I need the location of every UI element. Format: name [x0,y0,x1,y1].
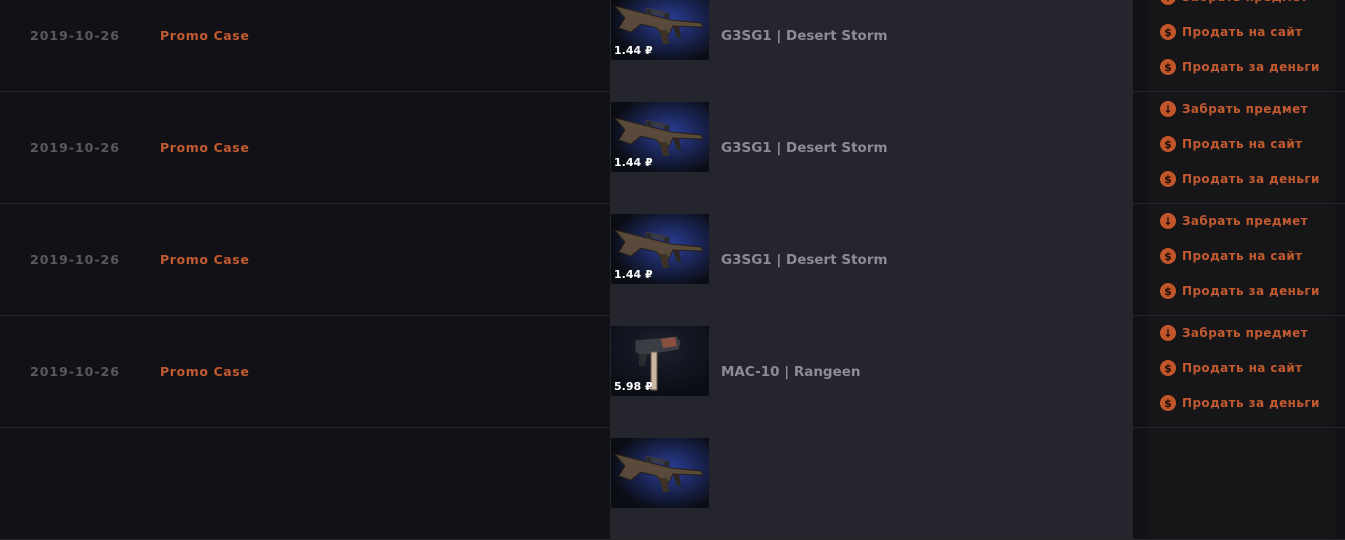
item-actions: ↓ Забрать предмет $ Продать на сайт $ Продать… [1148,0,1335,91]
case-name-link[interactable]: Promo Case [160,316,249,427]
download-arrow-icon: ↓ [1160,0,1176,5]
sell-for-money-button[interactable]: $ Продать за деньги [1160,393,1320,413]
sell-for-money-button[interactable]: $ Продать за деньги [1160,169,1320,189]
action-label: Продать за деньги [1182,284,1320,298]
action-label: Забрать предмет [1182,102,1309,116]
drop-date: 2019-10-26 [30,252,120,267]
dollar-icon: $ [1160,360,1176,376]
item-thumbnail: 1.44 ₽ [611,214,709,284]
item-name: G3SG1 | Desert Storm [721,251,888,268]
dollar-icon: $ [1160,136,1176,152]
item-card: 5.98 ₽ MAC-10 | Rangeen [610,316,1133,427]
history-row: 2019-10-26 Promo Case 1.44 ₽ G3SG1 | Des… [0,92,1345,204]
item-card: 1.44 ₽ G3SG1 | Desert Storm [610,92,1133,203]
history-row: 2019-10-26 Promo Case 5.98 ₽ MAC-10 | Ra… [0,316,1345,428]
dollar-icon: $ [1160,171,1176,187]
take-item-button[interactable]: ↓ Забрать предмет [1160,99,1308,119]
g3sg1-weapon-image [611,438,709,508]
action-label: Продать на сайт [1182,249,1303,263]
drop-date: 2019-10-26 [30,140,120,155]
take-item-button[interactable]: ↓ Забрать предмет [1160,323,1308,343]
action-label: Продать за деньги [1182,396,1320,410]
take-item-button[interactable]: ↓ Забрать предмет [1160,0,1308,7]
action-label: Продать на сайт [1182,25,1303,39]
action-label: Забрать предмет [1182,0,1308,4]
item-price: 1.44 ₽ [614,156,653,169]
action-label: Продать за деньги [1182,60,1320,74]
history-row [0,428,1345,540]
action-label: Продать на сайт [1182,361,1303,375]
take-item-button[interactable]: ↓ Забрать предмет [1160,211,1308,231]
action-label: Забрать предмет [1182,326,1309,340]
history-row: 2019-10-26 Promo Case 1.44 ₽ G3SG1 | Des… [0,0,1345,92]
item-actions: ↓ Забрать предмет $ Продать на сайт $ Продать… [1148,92,1335,203]
item-card [610,428,1133,539]
item-name: G3SG1 | Desert Storm [721,27,888,44]
item-name: MAC-10 | Rangeen [721,363,861,380]
item-price: 1.44 ₽ [614,268,653,281]
action-label: Забрать предмет [1182,214,1309,228]
sell-to-site-button[interactable]: $ Продать на сайт [1160,134,1303,154]
case-name-link[interactable]: Promo Case [160,0,249,91]
sell-to-site-button[interactable]: $ Продать на сайт [1160,22,1303,42]
action-label: Продать на сайт [1182,137,1303,151]
item-thumbnail: 5.98 ₽ [611,326,709,396]
item-price: 1.44 ₽ [614,44,653,57]
item-thumbnail: 1.44 ₽ [611,102,709,172]
dollar-icon: $ [1160,248,1176,264]
history-row: 2019-10-26 Promo Case 1.44 ₽ G3SG1 | Des… [0,204,1345,316]
dollar-icon: $ [1160,59,1176,75]
drop-date: 2019-10-26 [30,28,120,43]
item-card: 1.44 ₽ G3SG1 | Desert Storm [610,0,1133,91]
action-label: Продать за деньги [1182,172,1320,186]
item-actions: ↓ Забрать предмет $ Продать на сайт $ Продать… [1148,316,1335,427]
dollar-icon: $ [1160,24,1176,40]
sell-for-money-button[interactable]: $ Продать за деньги [1160,57,1320,77]
case-name-link[interactable]: Promo Case [160,204,249,315]
item-thumbnail [611,438,709,508]
dollar-icon: $ [1160,283,1176,299]
item-thumbnail: 1.44 ₽ [611,0,709,60]
sell-to-site-button[interactable]: $ Продать на сайт [1160,358,1303,378]
drop-date: 2019-10-26 [30,364,120,379]
item-card: 1.44 ₽ G3SG1 | Desert Storm [610,204,1133,315]
download-arrow-icon: ↓ [1160,213,1176,229]
inventory-history-list: 2019-10-26 Promo Case 1.44 ₽ G3SG1 | Des… [0,0,1345,540]
download-arrow-icon: ↓ [1160,325,1176,341]
case-name-link[interactable]: Promo Case [160,92,249,203]
item-price: 5.98 ₽ [614,380,653,393]
download-arrow-icon: ↓ [1160,101,1176,117]
sell-for-money-button[interactable]: $ Продать за деньги [1160,281,1320,301]
item-actions [1148,428,1335,539]
item-actions: ↓ Забрать предмет $ Продать на сайт $ Продать… [1148,204,1335,315]
item-name: G3SG1 | Desert Storm [721,139,888,156]
dollar-icon: $ [1160,395,1176,411]
sell-to-site-button[interactable]: $ Продать на сайт [1160,246,1303,266]
